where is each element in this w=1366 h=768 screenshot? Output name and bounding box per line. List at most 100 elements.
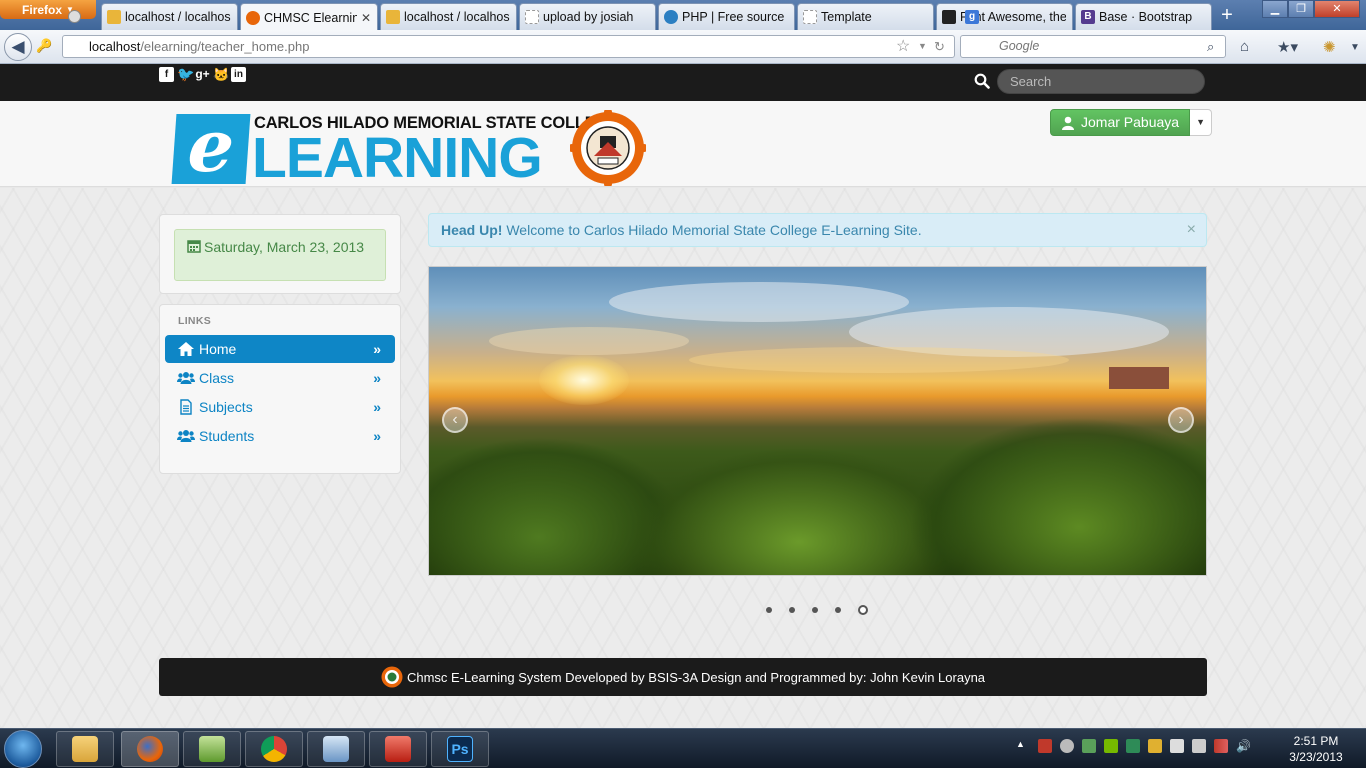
nav-item-subjects[interactable]: Subjects » [165,393,395,421]
carousel-prev-icon[interactable]: ‹ [442,407,468,433]
browser-tab[interactable]: upload by josiah [519,3,656,30]
history-dropdown-icon[interactable]: ▼ [918,41,927,51]
barn-shape [1109,367,1169,389]
caret-down-icon[interactable]: ▼ [1190,109,1213,136]
elearning-logo[interactable]: e CARLOS HILADO MEMORIAL STATE COLLEGE L… [171,103,646,188]
double-chevron-right-icon: » [373,370,381,386]
logo-e-badge: e [171,103,251,188]
overflow-chevron-icon[interactable]: ▼ [1350,42,1360,53]
cloud-shape [609,282,909,322]
close-window-button[interactable]: ✕ [1314,0,1360,18]
site-search-input[interactable]: Search [997,69,1205,94]
tab-label: localhost / localhos... [404,10,510,24]
new-tab-button[interactable]: + [1214,4,1240,28]
taskbar-clock[interactable]: 2:51 PM 3/23/2013 [1284,733,1348,765]
carousel-indicator[interactable] [812,607,818,613]
home-icon [178,342,194,356]
site-identity-icon[interactable] [68,10,81,23]
system-tray: ▲ 🔊 [1016,739,1251,753]
twitter-icon[interactable]: 🐦 [177,67,194,82]
image-carousel: ‹ › [428,266,1207,576]
nvidia-icon[interactable] [1104,739,1118,753]
browser-tab[interactable]: localhost / localhos... [380,3,517,30]
carousel-indicator-active[interactable] [858,605,868,615]
restore-window-button[interactable]: ❐ [1288,0,1314,18]
links-header: LINKS [178,315,211,327]
tray-app-icon[interactable] [1126,739,1140,753]
chrome-icon[interactable] [245,731,303,767]
phpmyadmin-icon [386,10,400,24]
close-icon[interactable]: × [1187,214,1196,246]
browser-tab[interactable]: localhost / localhos... [101,3,238,30]
tab-label: CHMSC Elearnin... [264,10,357,25]
virtualbox-icon[interactable] [307,731,365,767]
browser-tab[interactable]: PHP | Free source c... [658,3,795,30]
double-chevron-right-icon: » [373,428,381,444]
firefox-menu-button[interactable]: Firefox ▼ [0,0,96,19]
url-host: localhost [89,39,141,54]
carousel-next-icon[interactable]: › [1168,407,1194,433]
carousel-indicator[interactable] [835,607,841,613]
windows-start-icon[interactable] [4,730,42,768]
current-date: Saturday, March 23, 2013 [204,239,365,255]
minimize-window-button[interactable]: ▁ [1262,0,1288,18]
site-header: e CARLOS HILADO MEMORIAL STATE COLLEGE L… [0,101,1366,188]
tab-label: PHP | Free source c... [682,10,788,24]
clock-time: 2:51 PM [1293,734,1339,748]
user-icon [1062,116,1074,130]
nav-item-home[interactable]: Home » [165,335,395,363]
user-dropdown[interactable]: Jomar Pabuaya ▼ [1050,109,1213,136]
addon-icon[interactable]: ✺ [1323,38,1336,56]
browser-tab-bar: Firefox ▼ localhost / localhos... CHMSC … [0,0,1366,31]
browser-tab[interactable]: Template [797,3,934,30]
tab-label: localhost / localhos... [125,10,231,24]
footer-text: Chmsc E-Learning System Developed by BSI… [406,669,986,685]
browser-tab[interactable]: B Base · Bootstrap [1075,3,1212,30]
acrobat-icon[interactable] [369,731,427,767]
volume-icon[interactable]: 🔊 [1236,739,1251,753]
group-icon [177,372,195,384]
tray-app-icon[interactable] [1148,739,1162,753]
key-icon[interactable]: 🔑 [36,38,52,54]
carousel-indicator[interactable] [789,607,795,613]
alert-strong: Head Up! [441,222,503,238]
browser-tab[interactable]: Font Awesome, the... [936,3,1073,30]
notepad-plus-plus-icon[interactable] [183,731,241,767]
device-icon[interactable] [1192,739,1206,753]
search-engine-placeholder: Google [999,39,1040,53]
address-bar[interactable]: localhost/elearning/teacher_home.php [62,35,955,58]
github-icon[interactable]: 🐱 [213,67,229,82]
close-tab-icon[interactable]: ✕ [361,11,371,25]
reload-icon[interactable]: ↻ [934,39,945,55]
search-magnifier-icon[interactable]: ⌕ [1207,39,1214,55]
linkedin-icon[interactable]: in [231,67,246,82]
tray-app-icon[interactable] [1082,739,1096,753]
bookmark-star-icon[interactable]: ☆ [896,36,910,56]
carousel-indicator[interactable] [766,607,772,613]
bookmarks-menu-icon[interactable]: ★▾ [1277,38,1298,56]
search-icon[interactable] [974,73,990,89]
tray-app-icon[interactable] [1060,739,1074,753]
google-plus-icon[interactable]: g+ [195,67,210,82]
user-button[interactable]: Jomar Pabuaya [1050,109,1191,136]
drupal-icon [664,10,678,24]
nav-item-students[interactable]: Students » [165,422,395,450]
facebook-icon[interactable]: f [159,67,174,82]
firefox-icon[interactable] [121,731,179,767]
show-hidden-icons-icon[interactable]: ▲ [1016,739,1030,753]
photoshop-icon[interactable]: Ps [431,731,489,767]
home-toolbar-icon[interactable]: ⌂ [1240,38,1249,55]
phpmyadmin-icon [107,10,121,24]
social-links: f 🐦 g+ 🐱 in [159,67,246,82]
bitdefender-icon[interactable] [1038,739,1052,753]
back-arrow-icon[interactable]: ◀ [4,33,32,61]
network-signal-icon[interactable] [1214,739,1228,753]
search-engine-bar[interactable]: Google [960,35,1226,58]
google-icon[interactable]: g [965,10,979,24]
browser-tab-active[interactable]: CHMSC Elearnin... ✕ [240,3,378,31]
site-footer: Chmsc E-Learning System Developed by BSI… [159,658,1207,696]
windows-explorer-icon[interactable] [56,731,114,767]
nav-item-class[interactable]: Class » [165,364,395,392]
action-center-flag-icon[interactable] [1170,739,1184,753]
nav-label: Subjects [199,399,253,415]
